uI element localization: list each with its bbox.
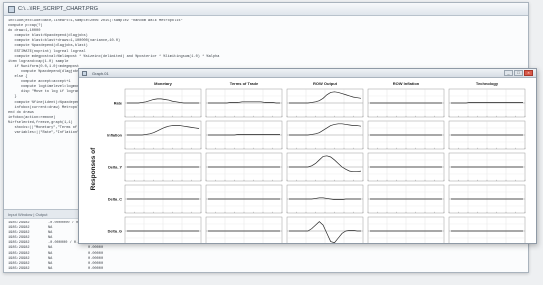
output-value: 0.00000 — [88, 266, 104, 271]
output-pane-title: Input Window | Output — [8, 211, 48, 217]
close-button[interactable]: × — [524, 70, 533, 76]
column-header: ROW Inflation — [393, 81, 420, 86]
column-header: ROW Output — [313, 81, 338, 86]
output-status: NA — [48, 266, 53, 271]
graph-titlebar[interactable]: Graph.01 _ □ × — [79, 69, 536, 78]
graph-window[interactable]: Graph.01 _ □ × Monetary Terms of Trade ROW… — [78, 68, 537, 244]
column-header: Monetary — [154, 81, 173, 86]
maximize-button[interactable]: □ — [514, 70, 523, 76]
y-axis-label: Responses of — [90, 147, 97, 190]
output-date: 1985:29982 — [8, 266, 30, 271]
graph-title: Graph.01 — [92, 70, 109, 76]
output-row: 1985:29982 NA 0.00000 — [8, 267, 188, 272]
irf-chart: Monetary Terms of Trade ROW Output ROW Infl… — [90, 81, 526, 243]
minimize-button[interactable]: _ — [504, 70, 513, 76]
row-label: Rate — [114, 102, 122, 106]
desktop-background: C:\...\IRF_SCRIPT_CHART.PRG include(excl… — [0, 0, 543, 285]
document-icon — [8, 5, 15, 13]
graph-icon — [82, 70, 87, 76]
column-header: Terms of Trade — [230, 81, 259, 86]
row-label: Delta_Y — [108, 166, 122, 170]
column-header: Technology — [476, 81, 499, 86]
row-label: Delta_G — [108, 230, 122, 234]
row-label: Inflation — [107, 134, 122, 138]
row-label: Delta_C — [108, 198, 122, 202]
editor-title: C:\...\IRF_SCRIPT_CHART.PRG — [18, 6, 98, 12]
editor-titlebar[interactable]: C:\...\IRF_SCRIPT_CHART.PRG — [4, 3, 528, 16]
